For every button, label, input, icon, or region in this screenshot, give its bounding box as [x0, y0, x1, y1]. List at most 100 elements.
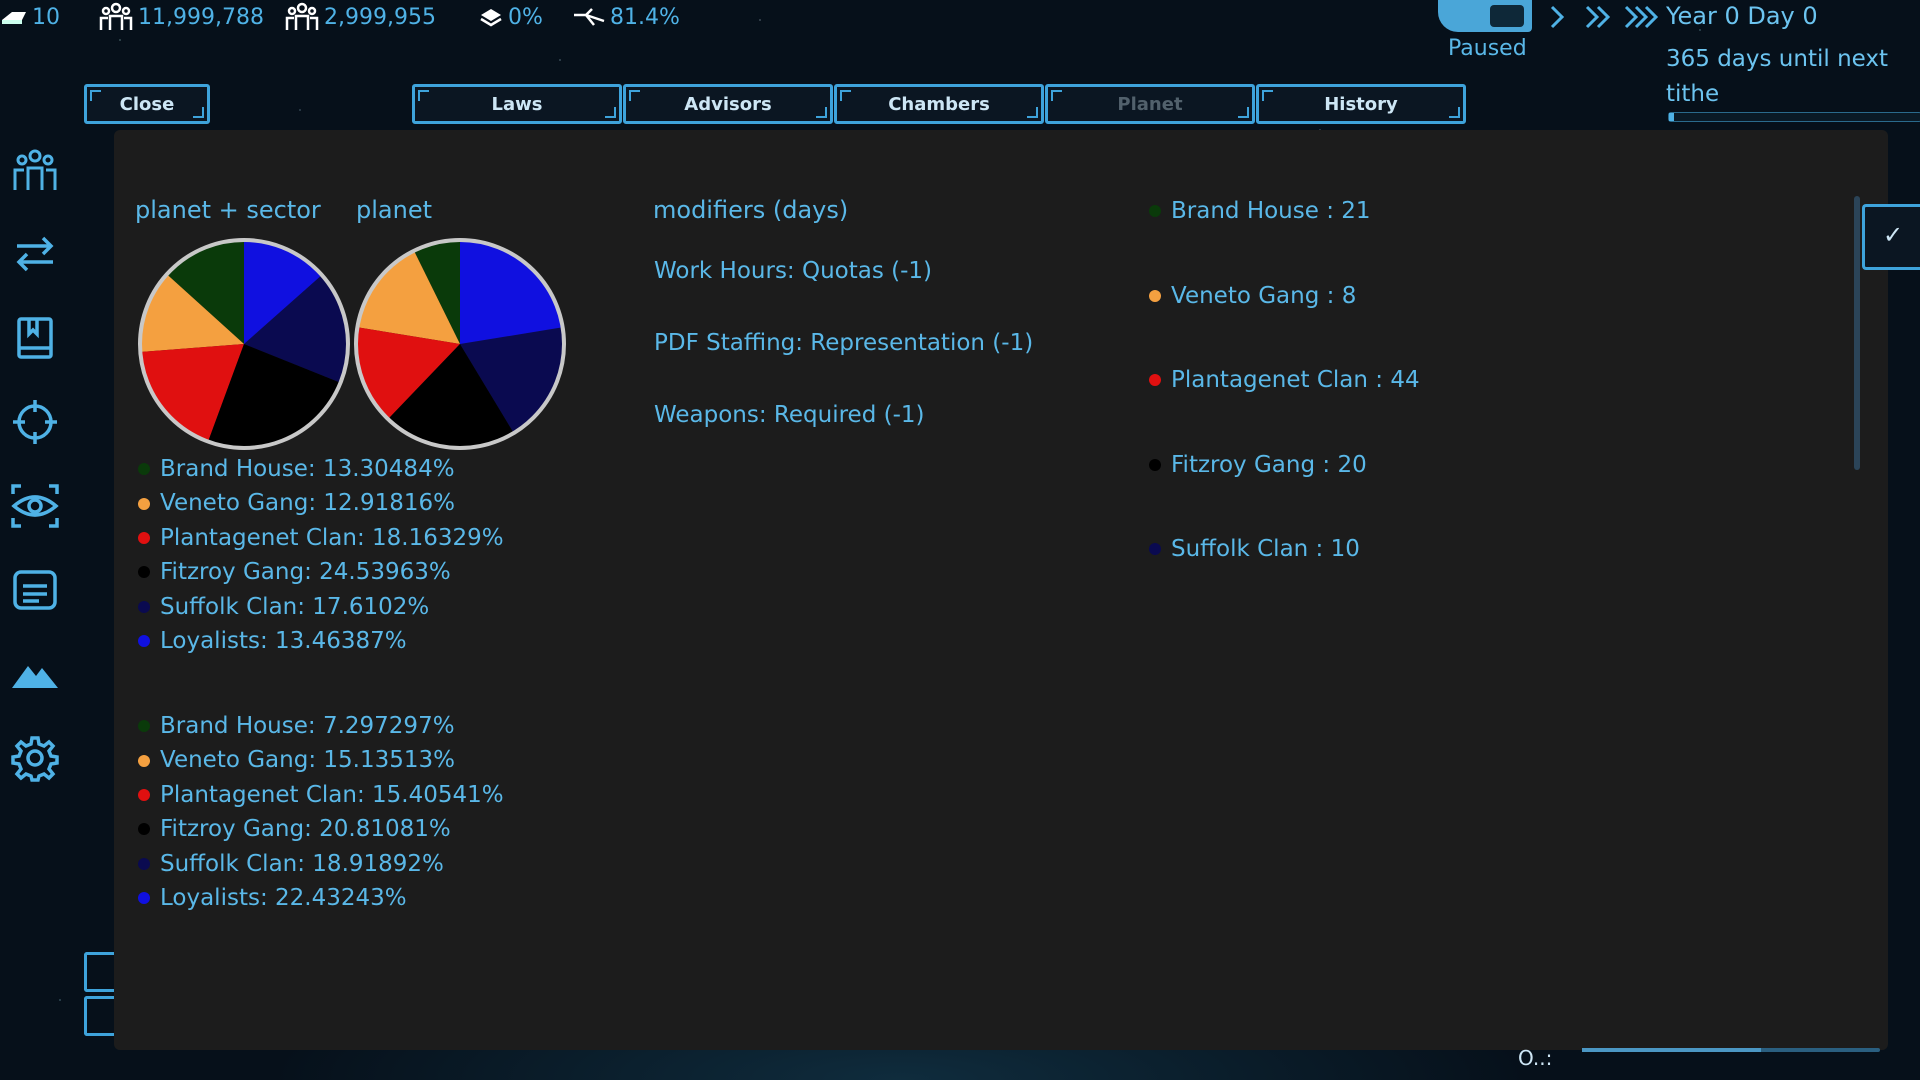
stat-4: 81.4% [572, 2, 680, 32]
sidebar-terrain-button[interactable] [9, 648, 61, 700]
tab-advisors[interactable]: Advisors [623, 84, 833, 124]
triple-chevron-icon [1624, 5, 1659, 29]
workforce-stat: 2,999,955 [284, 2, 436, 32]
faction-days-item: Plantagenet Clan : 44 [1149, 359, 1420, 444]
left-frame-fragment-1 [84, 952, 114, 992]
left-frame-fragment-2 [84, 996, 114, 1036]
legend-dot [138, 754, 150, 767]
legend-item: Fitzroy Gang: 20.81081% [138, 812, 504, 846]
legend-dot [138, 823, 150, 836]
faction-days-item: Veneto Gang : 8 [1149, 275, 1420, 360]
legend-label: Brand House: 13.30484% [160, 456, 455, 482]
credits-value: 10 [32, 4, 60, 30]
wing-icon [572, 5, 606, 29]
pie-chart-planet-sector [138, 238, 350, 450]
speed-1-button[interactable] [1548, 4, 1566, 35]
workforce-value: 2,999,955 [324, 4, 436, 30]
sidebar-population-button[interactable] [9, 144, 61, 196]
modifier-item[interactable]: PDF Staffing: Representation (-1) [654, 322, 1033, 394]
speed-3-button[interactable] [1624, 4, 1662, 35]
legend-label: Fitzroy Gang: 20.81081% [160, 816, 451, 843]
modifier-item[interactable]: Weapons: Required (-1) [654, 394, 1033, 466]
sidebar-surveillance-button[interactable] [9, 480, 61, 532]
legend-item: Veneto Gang: 15.13513% [138, 743, 504, 777]
settings-gear-icon [11, 736, 59, 782]
faction-dot [1149, 458, 1161, 471]
faction-days-item: Suffolk Clan : 10 [1149, 528, 1420, 613]
stat-4-value: 81.4% [610, 4, 680, 30]
terrain-icon [12, 666, 58, 688]
credits-icon [0, 6, 28, 28]
tithe-countdown: 365 days until next tithe [1666, 46, 1889, 107]
sidebar-trade-button[interactable] [9, 228, 61, 280]
document-icon [13, 570, 57, 610]
bottom-progress-fill [1582, 1048, 1761, 1052]
pause-toggle-knob [1490, 5, 1524, 27]
legend-dot [138, 635, 150, 648]
speed-2-button[interactable] [1584, 4, 1614, 35]
legend-label: Plantagenet Clan: 18.16329% [160, 524, 504, 551]
paused-label: Paused [1448, 36, 1527, 61]
stat-3-value: 0% [508, 4, 543, 30]
faction-days-item: Fitzroy Gang : 20 [1149, 444, 1420, 529]
legend-dot [138, 857, 150, 870]
check-icon: ✓ [1883, 221, 1904, 249]
legend-label: Brand House: 7.297297% [160, 713, 455, 739]
faction-days-label: Fitzroy Gang : 20 [1171, 451, 1367, 478]
legend-dot [138, 788, 150, 801]
sidebar-documents-button[interactable] [9, 564, 61, 616]
faction-dot [1149, 205, 1161, 217]
legend-dot [138, 720, 150, 733]
legend-dot [138, 892, 150, 905]
legend-item: Fitzroy Gang: 24.53963% [138, 555, 504, 589]
legend-dot [138, 566, 150, 579]
tab-laws[interactable]: Laws [412, 84, 622, 124]
pause-toggle[interactable] [1438, 0, 1532, 32]
legend-item: Suffolk Clan: 18.91892% [138, 847, 504, 881]
population-icon [98, 2, 134, 32]
legend-label: Loyalists: 22.43243% [160, 884, 407, 911]
faction-days-label: Suffolk Clan : 10 [1171, 536, 1360, 562]
panel-scrollbar[interactable] [1854, 196, 1860, 470]
bottom-progress-line [1582, 1048, 1880, 1052]
faction-days-label: Plantagenet Clan : 44 [1171, 367, 1420, 393]
sidebar-laws-button[interactable] [9, 312, 61, 364]
tithe-progress-bar [1668, 112, 1920, 122]
goods-icon [478, 5, 504, 29]
legend-label: Suffolk Clan: 17.6102% [160, 593, 430, 620]
faction-days-list: Brand House : 21 Veneto Gang : 8 Plantag… [1149, 190, 1420, 613]
modifiers-list: Work Hours: Quotas (-1) PDF Staffing: Re… [654, 250, 1033, 466]
legend-item: Plantagenet Clan: 18.16329% [138, 521, 504, 555]
modifiers-header: modifiers (days) [653, 196, 849, 224]
trade-arrows-icon [16, 236, 54, 272]
sidebar-settings-button[interactable] [9, 732, 61, 784]
bottom-fragment-text: O..: [1518, 1046, 1553, 1070]
faction-dot [1149, 374, 1161, 386]
modifier-item[interactable]: Work Hours: Quotas (-1) [654, 250, 1033, 322]
legend-planet-sector: Brand House: 13.30484% Veneto Gang: 12.9… [138, 452, 504, 658]
legend-item: Plantagenet Clan: 15.40541% [138, 778, 504, 812]
confirm-button-fragment[interactable]: ✓ [1862, 204, 1920, 270]
tab-planet[interactable]: Planet [1045, 84, 1255, 124]
tab-chambers[interactable]: Chambers [834, 84, 1044, 124]
tab-history[interactable]: History [1256, 84, 1466, 124]
legend-label: Plantagenet Clan: 15.40541% [160, 781, 504, 808]
credits-stat: 10 [0, 2, 60, 32]
close-button[interactable]: Close [84, 84, 210, 124]
legend-item: Brand House: 13.30484% [138, 452, 504, 486]
legend-dot [138, 531, 150, 544]
legend-item: Veneto Gang: 12.91816% [138, 486, 504, 520]
pie-chart-planet [354, 238, 566, 450]
legend-planet: Brand House: 7.297297% Veneto Gang: 15.1… [138, 709, 504, 915]
legend-item: Suffolk Clan: 17.6102% [138, 590, 504, 624]
faction-days-label: Veneto Gang : 8 [1171, 282, 1357, 309]
sidebar-target-button[interactable] [9, 396, 61, 448]
population-stat: 11,999,788 [98, 2, 264, 32]
population-icon [13, 149, 57, 190]
legend-label: Suffolk Clan: 18.91892% [160, 850, 444, 877]
population-value: 11,999,788 [138, 4, 264, 30]
legend-item: Brand House: 7.297297% [138, 709, 504, 743]
chevron-right-icon [1550, 5, 1565, 29]
legend-label: Fitzroy Gang: 24.53963% [160, 559, 451, 586]
legend-dot [138, 463, 150, 476]
